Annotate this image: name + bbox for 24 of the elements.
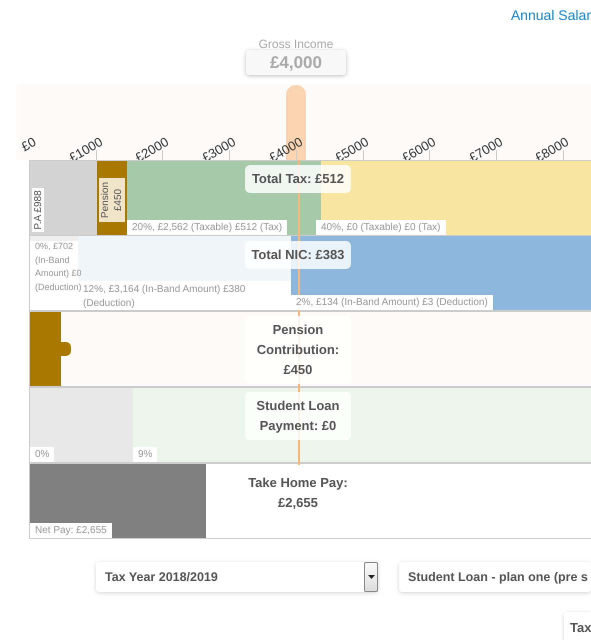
tax-year-dropdown[interactable]: Tax Year 2018/2019: [96, 562, 378, 592]
band-label: Net Pay: £2,655: [30, 523, 112, 538]
total-tooltip: Total Tax: £512: [244, 165, 351, 193]
caret-icon: [368, 575, 374, 579]
student-loan-dropdown[interactable]: Student Loan - plan one (pre s: [399, 562, 591, 592]
tax-button[interactable]: Tax: [564, 612, 591, 640]
gross-income-label: Gross Income: [258, 36, 334, 53]
band-label: 0%, £702 (In-Band Amount) £0 (Deduction): [35, 240, 82, 294]
band-label: 2%, £134 (In-Band Amount) £3 (Deduction): [291, 295, 493, 310]
dropdown-toggle[interactable]: [364, 562, 378, 592]
gross-income-value: £4,000: [246, 50, 346, 75]
band-label: 0%: [30, 447, 54, 462]
band-label: 9%: [133, 447, 158, 462]
band-label: 20%, £2,562 (Taxable) £512 (Tax): [127, 220, 288, 235]
take-home-pay-text: Take Home Pay: £2,655: [247, 474, 349, 512]
total-tooltip: Pension Contribution: £450: [244, 316, 351, 384]
axis-tick-label: £0: [18, 134, 38, 154]
annual-salary-link[interactable]: Annual Salar: [510, 7, 591, 23]
band-label: P.A £988: [32, 188, 44, 232]
band-label: 12%, £3,164 (In-Band Amount) £380 (Deduction): [83, 283, 246, 310]
band-label: 40%, £0 (Taxable) £0 (Tax): [316, 220, 446, 235]
total-tooltip: Student Loan Payment: £0: [244, 392, 351, 440]
band-label: Pension £450: [99, 178, 125, 222]
total-tooltip: Total NIC: £383: [244, 241, 351, 269]
